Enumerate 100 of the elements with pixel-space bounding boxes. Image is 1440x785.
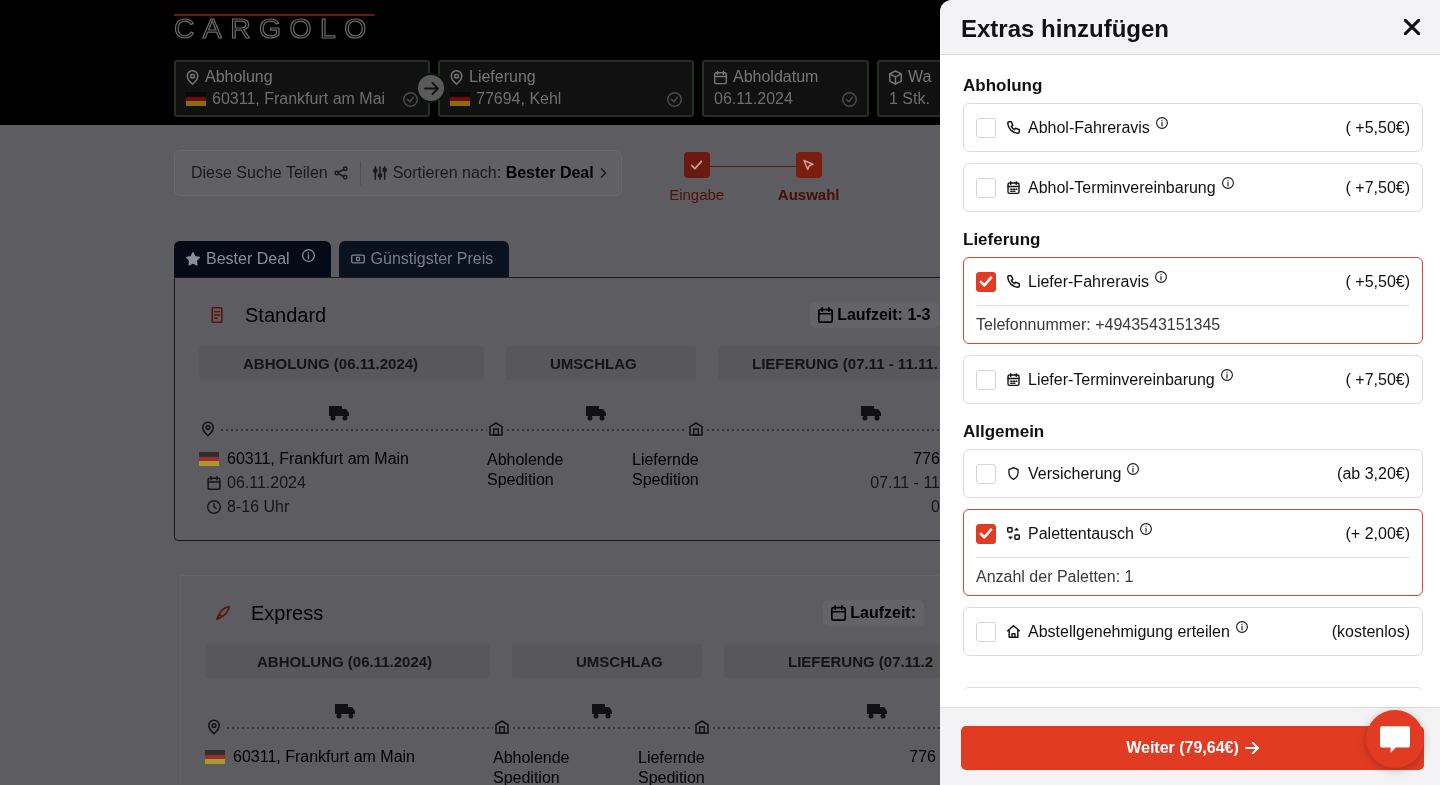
phone-icon [1007,121,1020,134]
package-icon [889,69,902,85]
flag-icon [205,750,225,764]
carrier-label: Abholende Spedition [487,450,565,490]
shield-icon [1007,467,1020,480]
calendar-icon [818,307,834,323]
field-label: Lieferung [469,68,536,86]
check-icon [690,159,704,171]
info-icon [1235,620,1248,633]
calendar-icon [831,605,847,621]
option-label: Palettentausch [1028,524,1134,543]
checkbox[interactable] [976,523,996,544]
arrow-icon [1244,742,1259,754]
option-card[interactable]: Liefer-Fahreravis ( +5,50€) Telefonnummer: +4943543151345 [963,257,1423,344]
option-label: Versicherung [1028,464,1122,483]
flag-icon [199,452,219,466]
info-icon [1220,368,1233,381]
duration-label: Laufzeit: 1-3 [837,306,931,324]
route-field[interactable]: Abholdatum 06.11.2024 [702,60,869,117]
option-card[interactable]: Abhol-Fahreravis ( +5,50€) [963,103,1423,152]
phase-header: ABHOLUNG (06.11.2024) [205,644,490,678]
sort-button[interactable]: Sortieren nach: Bester Deal [370,164,615,182]
option-price: (kostenlos) [1331,622,1410,641]
check-icon [979,276,993,287]
option-price: ( +5,50€) [1345,272,1410,291]
banknote-icon [350,252,365,266]
field-value: 60311, Frankfurt am Mai [212,90,387,108]
destination-place: 776 [908,748,936,766]
rocket-icon [216,605,230,621]
phase-header: UMSCHLAG [512,644,702,678]
section-title: Lieferung [963,230,1042,250]
origin-place: 60311, Frankfurt am Main [227,450,409,468]
option-card[interactable]: Palettentausch (+ 2,00€) Anzahl der Paletten: 1 [963,509,1423,596]
route-field[interactable]: Lieferung 77694, Kehl [438,60,694,117]
calendar-icon [714,69,727,85]
step-indicator[interactable] [683,152,710,178]
info-icon [1221,176,1234,189]
option-detail: Telefonnummer: +4943543151345 [976,305,1410,343]
option-detail: Anzahl der Paletten: 1 [976,557,1410,595]
option-card[interactable]: Liefer-Terminvereinbarung ( +7,50€) [963,355,1423,404]
step-label: Auswahl [777,186,840,203]
house-icon [1007,625,1020,638]
dialog-title: Extras hinzufügen [961,15,1171,43]
carrier-label: Liefernde Spedition [632,450,700,490]
option-price: (+ 2,00€) [1345,524,1410,543]
checkbox[interactable] [976,271,996,292]
calendar-icon [1007,373,1020,386]
route-field[interactable]: Abholung 60311, Frankfurt am Mai [174,60,430,117]
field-label: Abholung [205,68,273,86]
share-button[interactable]: Diese Suche Teilen [189,164,356,182]
close-button[interactable] [1404,19,1420,35]
pin-icon [186,69,199,85]
chat-bubble-icon [1380,725,1410,753]
field-label: Abholdatum [733,68,819,86]
document-icon [210,307,224,323]
star-icon [186,252,200,266]
destination-place: 776 [912,450,940,468]
brand-logo[interactable]: CARGOLO [174,14,375,42]
sliders-icon [372,166,387,180]
option-card[interactable]: Abstellgenehmigung erteilen (kostenlos) [963,607,1423,656]
chevron-icon [599,167,607,179]
continue-button[interactable]: Weiter (79,64€) [961,726,1424,770]
option-label: Abhol-Fahreravis [1028,118,1150,137]
cursor-icon [802,159,816,171]
option-price: ( +7,50€) [1345,178,1410,197]
delivery-date: 07.11 - 11 [869,474,940,492]
info-icon [1155,116,1168,129]
swap-icon [1007,527,1020,540]
field-value: 77694, Kehl [476,90,563,108]
step-label: Eingabe [669,186,725,203]
option-price: (ab 3,20€) [1337,464,1410,483]
option-price: ( +5,50€) [1345,118,1410,137]
arrow-icon [423,81,439,95]
field-value: 1 Stk. [889,90,931,108]
tab[interactable]: Günstigster Preis [338,241,510,277]
info-icon [1127,462,1140,475]
calendar-icon [1007,181,1020,194]
option-price: ( +7,50€) [1345,370,1410,389]
duration-label: Laufzeit: [850,604,917,622]
phase-header: UMSCHLAG [506,346,696,380]
phase-header: ABHOLUNG (06.11.2024) [199,346,484,380]
info-icon [1139,522,1152,535]
delivery-time: 0 [930,498,940,516]
close-icon [1404,19,1420,35]
option-label: Abhol-Terminvereinbarung [1028,178,1216,197]
step-indicator[interactable] [795,152,822,178]
field-label: Wa [908,68,932,86]
offer-title: Express [251,601,324,625]
offer-title: Standard [245,303,327,327]
clock-icon [207,500,221,514]
info-icon [1154,270,1167,283]
pickup-time: 8-16 Uhr [227,498,290,516]
option-card[interactable]: Versicherung (ab 3,20€) [963,449,1423,498]
option-label: Abstellgenehmigung erteilen [1028,622,1230,641]
phone-icon [1007,275,1020,288]
option-label: Liefer-Fahreravis [1028,272,1149,291]
section-title: Allgemein [963,422,1046,442]
pickup-date: 06.11.2024 [227,474,306,492]
option-card[interactable]: Abhol-Terminvereinbarung ( +7,50€) [963,163,1423,212]
tab[interactable]: Bester Deal [174,241,331,277]
